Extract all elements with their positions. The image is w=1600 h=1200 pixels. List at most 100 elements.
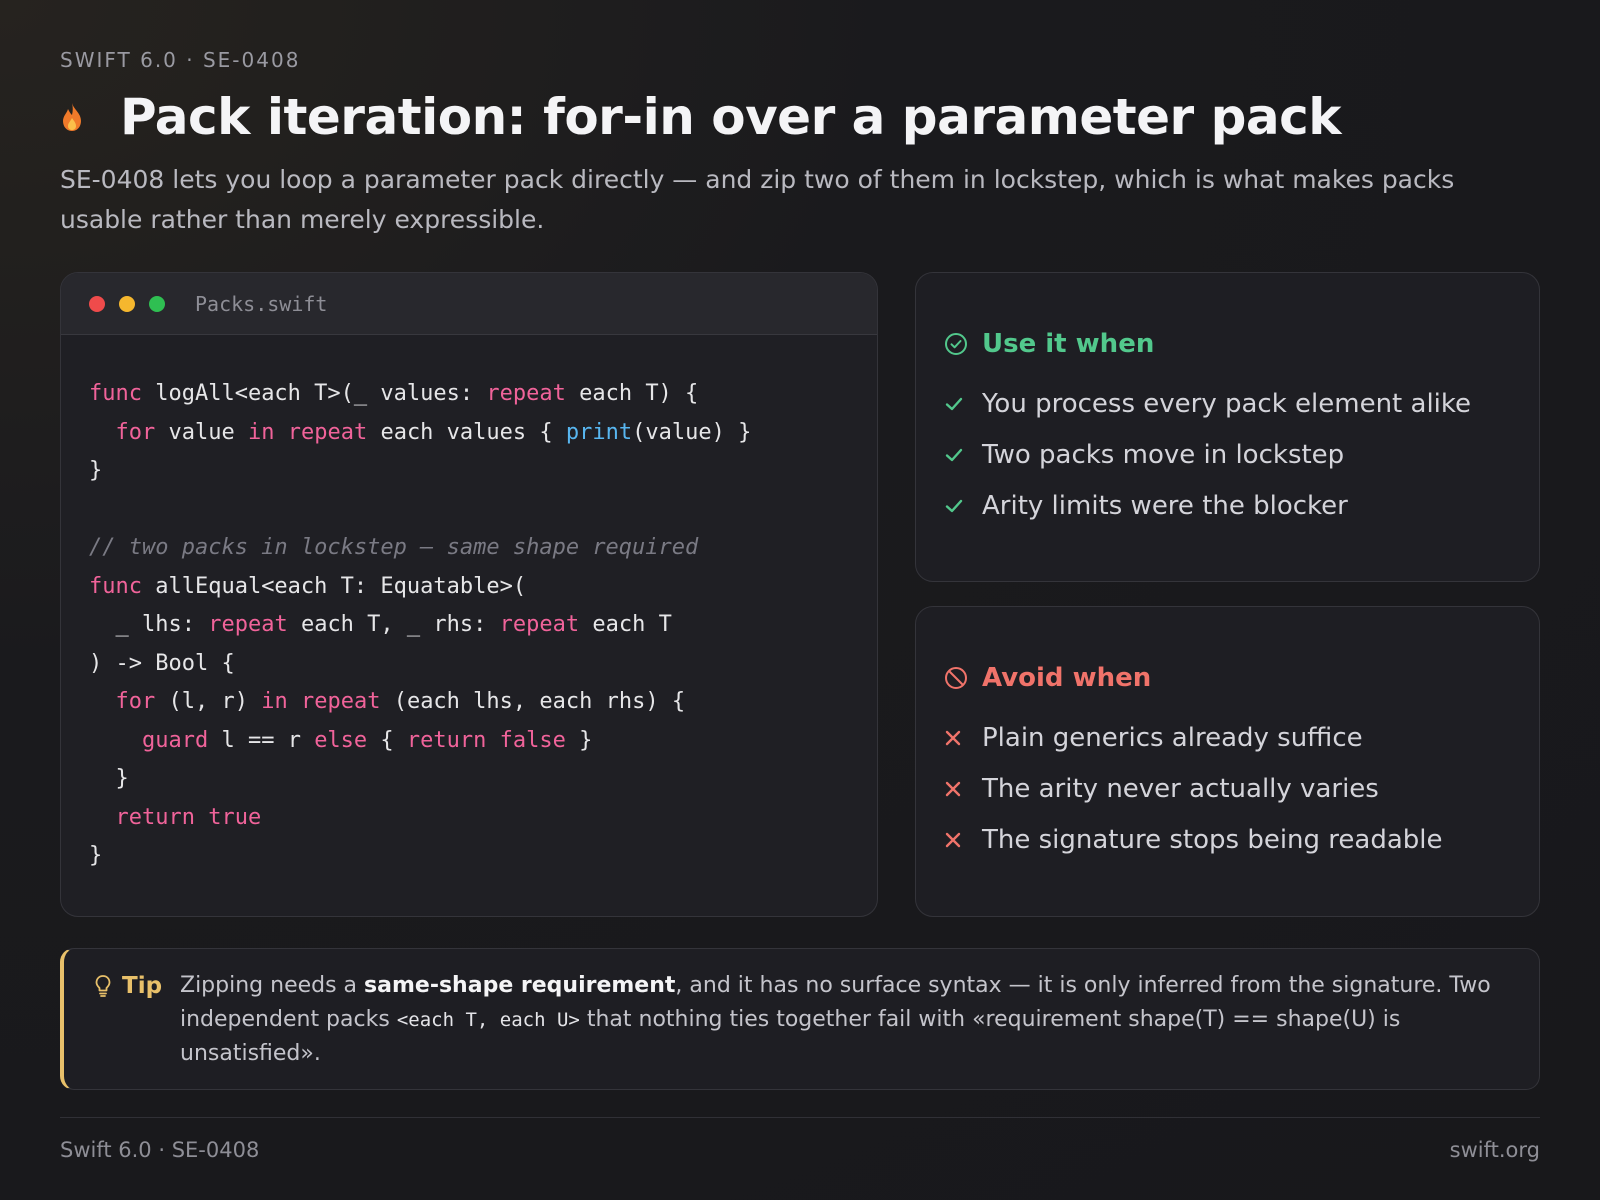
- code-token: }: [89, 843, 103, 868]
- code-token: true: [208, 804, 262, 830]
- tip-text-bold: same-shape requirement: [364, 973, 676, 998]
- code-filename: Packs.swift: [195, 291, 328, 316]
- code-token: }: [565, 727, 593, 753]
- code-token: false: [499, 727, 566, 753]
- maximize-dot-icon: [149, 295, 165, 312]
- code-token: repeat: [287, 419, 368, 445]
- code-token: print: [565, 419, 633, 445]
- list-item: Arity limits were the blocker: [944, 480, 1471, 531]
- eyebrow: SWIFT 6.0 · SE-0408: [60, 48, 301, 72]
- page-subtitle: SE-0408 lets you loop a parameter pack d…: [60, 165, 1455, 234]
- code-token: repeat: [486, 381, 566, 406]
- list-item-text: Two packs move in lockstep: [982, 439, 1345, 470]
- code-token: each T) {: [565, 381, 699, 406]
- code-token: // two packs in lockstep — same shape re…: [89, 535, 699, 560]
- cross-icon: [944, 780, 982, 798]
- list-item: You process every pack element alike: [944, 378, 1471, 429]
- use-when-title: Use it when: [982, 329, 1155, 359]
- lightbulb-icon: [95, 975, 111, 997]
- code-token: }: [89, 766, 129, 791]
- list-item-text: The signature stops being readable: [982, 824, 1443, 855]
- list-item-text: You process every pack element alike: [982, 388, 1472, 419]
- code-token: each values {: [367, 419, 566, 445]
- tip-inline-code: <each T, each U>: [396, 1009, 580, 1031]
- list-item: The arity never actually varies: [944, 763, 1443, 814]
- list-item-text: Plain generics already suffice: [982, 722, 1363, 753]
- title-row: Pack iteration: for-in over a parameter …: [60, 88, 1342, 146]
- code-token: else: [314, 727, 368, 753]
- code-token: allEqual<each T: Equatable>(: [141, 573, 527, 599]
- list-item-text: Arity limits were the blocker: [982, 490, 1348, 521]
- code-line: _ lhs: repeat each T, _ rhs: repeat each…: [89, 606, 877, 645]
- code-line: }: [89, 760, 877, 799]
- check-icon: [944, 394, 982, 414]
- code-token: each T: [579, 612, 672, 637]
- code-token: for: [115, 419, 156, 445]
- code-token: func: [89, 573, 142, 599]
- list-item: The signature stops being readable: [944, 814, 1443, 865]
- code-token: func: [89, 381, 142, 406]
- code-token: {: [367, 727, 407, 753]
- minimize-dot-icon: [119, 295, 135, 312]
- code-token: return: [406, 727, 487, 753]
- avoid-when-title: Avoid when: [982, 663, 1152, 693]
- code-token: repeat: [499, 612, 580, 637]
- code-token: guard: [141, 727, 209, 753]
- page: SWIFT 6.0 · SE-0408 Pack iteration: for-…: [60, 0, 1540, 1200]
- code-token: l == r: [208, 727, 315, 753]
- code-token: return: [115, 804, 195, 830]
- code-line: }: [89, 837, 877, 876]
- avoid-when-list: Plain generics already suffice The arity…: [944, 712, 1443, 865]
- check-icon: [944, 496, 982, 516]
- close-dot-icon: [89, 295, 105, 312]
- code-token: (each lhs, each rhs) {: [380, 689, 686, 714]
- footer-link[interactable]: swift.org: [1450, 1138, 1540, 1162]
- code-line: // two packs in lockstep — same shape re…: [89, 529, 877, 568]
- code-line: func logAll<each T>(_ values: repeat eac…: [89, 375, 877, 414]
- code-token: each T, _ rhs:: [287, 612, 500, 637]
- code-line: guard l == r else { return false }: [89, 722, 877, 761]
- code-block: func logAll<each T>(_ values: repeat eac…: [61, 335, 877, 876]
- page-title: Pack iteration: for-in over a parameter …: [120, 88, 1342, 146]
- code-token: (l, r): [155, 689, 262, 714]
- code-token: _ lhs:: [89, 612, 209, 637]
- code-token: in: [247, 419, 275, 445]
- flame-icon: [60, 97, 90, 137]
- code-token: repeat: [208, 612, 288, 637]
- avoid-when-heading: Avoid when: [944, 663, 1151, 693]
- code-line: func allEqual<each T: Equatable>(: [89, 568, 877, 607]
- code-token: in: [261, 689, 288, 714]
- check-circle-icon: [945, 333, 967, 355]
- use-when-card: Use it when You process every pack eleme…: [915, 272, 1540, 582]
- code-token: repeat: [300, 689, 381, 714]
- code-window-header: Packs.swift: [61, 273, 877, 335]
- code-line: ) -> Bool {: [89, 645, 877, 684]
- check-icon: [944, 445, 982, 465]
- code-token: value: [155, 419, 248, 445]
- avoid-when-card: Avoid when Plain generics already suffic…: [915, 606, 1540, 917]
- code-token: logAll<each T>(_ values:: [141, 381, 487, 406]
- code-line: for value in repeat each values { print(…: [89, 414, 877, 453]
- code-token: (value) }: [632, 419, 752, 445]
- prohibited-icon: [945, 667, 967, 689]
- tip-text-part: Zipping needs a: [180, 973, 365, 998]
- cross-icon: [944, 729, 982, 747]
- list-item: Two packs move in lockstep: [944, 429, 1471, 480]
- tip-callout: Tip Zipping needs a same-shape requireme…: [60, 948, 1540, 1090]
- use-when-list: You process every pack element alike Two…: [944, 378, 1471, 531]
- tip-text: Zipping needs a same-shape requirement, …: [180, 969, 1520, 1071]
- footer-left: Swift 6.0 · SE-0408: [60, 1138, 260, 1162]
- cross-icon: [944, 831, 982, 849]
- tip-label-text: Tip: [122, 973, 163, 999]
- code-token: }: [89, 458, 103, 483]
- code-line: for (l, r) in repeat (each lhs, each rhs…: [89, 683, 877, 722]
